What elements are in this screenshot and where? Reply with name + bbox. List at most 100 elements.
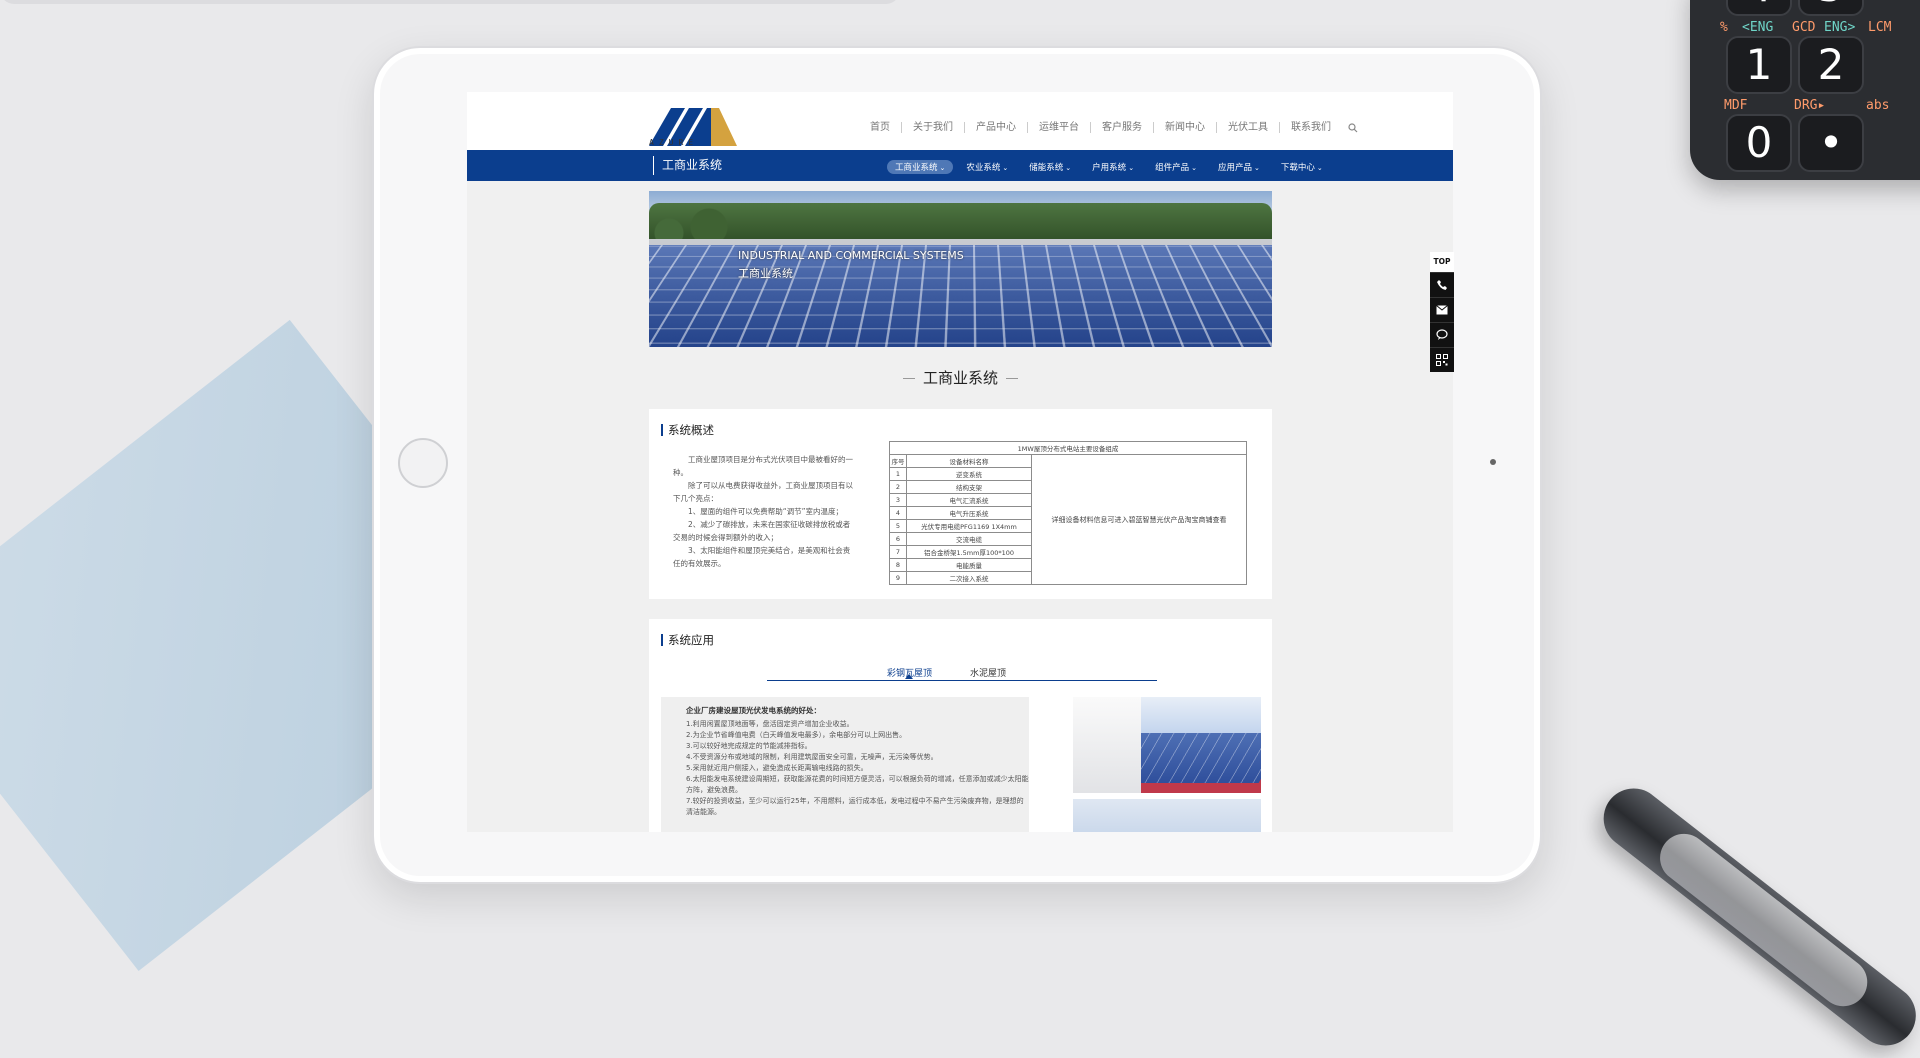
nav-products[interactable]: 产品中心 — [965, 122, 1028, 133]
chevron-down-icon: ⌄ — [1002, 164, 1009, 172]
subnav-label: 下载中心 — [1280, 163, 1315, 173]
benefit-item: 7.较好的投资收益，至少可以运行25年，不用燃料，运行成本低，发电过程中不易产生… — [686, 797, 1024, 816]
desk-edge — [0, 0, 900, 4]
calc-label: GCD — [1792, 20, 1816, 35]
nav-operations[interactable]: 运维平台 — [1028, 122, 1091, 133]
table-cell: 铝合金桥架1.5mm厚100*100 — [906, 545, 1032, 559]
active-tab-indicator — [905, 674, 913, 679]
application-card: 系统应用 彩钢瓦屋顶 水泥屋顶 企业厂房建设屋顶光伏发电系统的好处： 1.利用闲… — [649, 619, 1272, 832]
table-cell: 2 — [889, 480, 907, 494]
table-cell: 逆变系统 — [906, 467, 1032, 481]
nav-contact[interactable]: 联系我们 — [1280, 122, 1342, 133]
side-toolbar: TOP — [1430, 252, 1454, 372]
calc-label: DRG▸ — [1794, 98, 1826, 113]
subnav-applications[interactable]: 应用产品 ⌄ — [1210, 160, 1268, 174]
subnav-label: 储能系统 — [1029, 163, 1064, 173]
phone-button[interactable] — [1430, 272, 1454, 297]
subnav-label: 组件产品 — [1155, 163, 1190, 173]
benefit-item: 6.太阳能发电系统建设周期短，获取能源花费的时间短方便灵活，可以根据负荷的增减，… — [686, 775, 1029, 794]
calc-label: % — [1720, 20, 1728, 35]
calc-label: ENG> — [1824, 20, 1856, 35]
chat-bubble-icon — [1436, 329, 1448, 340]
overview-paragraph: 除了可以从电费获得收益外，工商业屋顶项目有以下几个亮点： — [673, 481, 853, 503]
overview-paragraph: 2、减少了碳排放，未来在国家征收碳排放税或者交易的时候会得到额外的收入； — [673, 520, 851, 542]
bar-divider — [653, 156, 654, 175]
section-nav-bar: 工商业系统 工商业系统 ⌄ 农业系统 ⌄ 储能系统 ⌄ 户用系统 ⌄ 组件产品 ⌄ 应用产… — [467, 150, 1453, 181]
subnav-modules[interactable]: 组件产品 ⌄ — [1147, 160, 1205, 174]
nav-home[interactable]: 首页 — [859, 122, 902, 133]
overview-paragraph: 工商业屋顶项目是分布式光伏项目中最被看好的一种。 — [673, 455, 853, 477]
benefit-item: 4.不受资源分布或地域的限制，利用建筑屋面安全可靠，无噪声，无污染等优势。 — [686, 753, 938, 761]
benefit-item: 2.为企业节省峰值电费（白天峰值发电最多），余电部分可以上网出售。 — [686, 731, 907, 739]
search-icon[interactable] — [1348, 122, 1358, 133]
table-cell: 交流电缆 — [906, 532, 1032, 546]
tablet-home-button[interactable] — [398, 438, 448, 488]
table-cell: 9 — [889, 571, 907, 585]
table-cell: 二次接入系统 — [906, 571, 1032, 585]
subnav-label: 工商业系统 — [895, 163, 938, 173]
calc-key: • — [1798, 114, 1864, 172]
chevron-down-icon: ⌄ — [1128, 164, 1135, 172]
subnav-label: 户用系统 — [1092, 163, 1127, 173]
benefits-panel: 企业厂房建设屋顶光伏发电系统的好处： 1.利用闲置屋顶地面等，盘活固定资产增加企… — [661, 697, 1029, 832]
pen-decoration — [1591, 776, 1920, 1058]
application-heading: 系统应用 — [661, 634, 714, 646]
calc-label: MDF — [1724, 98, 1748, 113]
nav-service[interactable]: 客户服务 — [1091, 122, 1154, 133]
qr-code-button[interactable] — [1430, 347, 1454, 372]
chevron-down-icon: ⌄ — [1065, 164, 1072, 172]
nav-about[interactable]: 关于我们 — [902, 122, 965, 133]
table-cell: 结构支架 — [906, 480, 1032, 494]
table-header: 序号 — [889, 454, 907, 468]
phone-icon — [1437, 280, 1447, 290]
subnav-storage[interactable]: 储能系统 ⌄ — [1021, 160, 1079, 174]
table-header-row: 序号 设备材料名称 详细设备材料信息可进入碧蓝智慧光伏产品淘宝商铺查看 — [889, 454, 1247, 585]
sub-nav: 工商业系统 ⌄ 农业系统 ⌄ 储能系统 ⌄ 户用系统 ⌄ 组件产品 ⌄ 应用产品 ⌄ 下载中… — [887, 160, 1336, 174]
table-cell: 电气升压系统 — [906, 506, 1032, 520]
table-cell: 7 — [889, 545, 907, 559]
calc-key: 2 — [1798, 36, 1864, 94]
table-cell: 4 — [889, 506, 907, 520]
nav-pv-tools[interactable]: 光伏工具 — [1217, 122, 1280, 133]
calc-label: <ENG — [1742, 20, 1774, 35]
logo-text: AZURE — [649, 138, 699, 147]
overview-text: 工商业屋顶项目是分布式光伏项目中最被看好的一种。 除了可以从电费获得收益外，工商… — [673, 453, 853, 570]
table-cell: 8 — [889, 558, 907, 572]
nav-news[interactable]: 新闻中心 — [1154, 122, 1217, 133]
website-screen: AZURE 首页 关于我们 产品中心 运维平台 客户服务 新闻中心 光伏工具 联… — [467, 92, 1453, 832]
table-note: 详细设备材料信息可进入碧蓝智慧光伏产品淘宝商铺查看 — [1031, 454, 1247, 585]
banner-title-en: INDUSTRIAL AND COMMERCIAL SYSTEMS — [738, 249, 964, 262]
calculator: 4 5 % <ENG GCD ENG> LCM 1 2 MDF DRG▸ abs… — [1690, 0, 1920, 180]
subnav-agriculture[interactable]: 农业系统 ⌄ — [958, 160, 1016, 174]
benefits-title: 企业厂房建设屋顶光伏发电系统的好处： — [686, 706, 821, 715]
chat-button[interactable] — [1430, 322, 1454, 347]
back-to-top-button[interactable]: TOP — [1430, 252, 1454, 272]
calc-key: 0 — [1726, 114, 1792, 172]
benefit-item: 5.采用就近用户侧接入，避免造成长距离输电线路的损失。 — [686, 764, 868, 772]
tab-concrete-roof[interactable]: 水泥屋顶 — [970, 666, 1006, 679]
application-tabs: 彩钢瓦屋顶 水泥屋顶 — [767, 664, 1157, 681]
calc-key: 1 — [1726, 36, 1792, 94]
site-header: AZURE 首页 关于我们 产品中心 运维平台 客户服务 新闻中心 光伏工具 联… — [467, 92, 1453, 150]
subnav-household[interactable]: 户用系统 ⌄ — [1084, 160, 1142, 174]
subnav-commercial[interactable]: 工商业系统 ⌄ — [887, 160, 954, 174]
chevron-down-icon: ⌄ — [939, 164, 946, 172]
calc-label: abs — [1866, 98, 1890, 113]
benefit-item: 1.利用闲置屋顶地面等，盘活固定资产增加企业收益。 — [686, 720, 854, 728]
photo-building — [1073, 697, 1141, 793]
calc-key: 4 — [1726, 0, 1792, 16]
subnav-downloads[interactable]: 下载中心 ⌄ — [1273, 160, 1331, 174]
subnav-label: 农业系统 — [966, 163, 1001, 173]
qr-code-icon — [1436, 354, 1448, 366]
calc-key: 5 — [1798, 0, 1864, 16]
overview-paragraph: 3、太阳能组件和屋顶完美结合，是美观和社会责任的有效展示。 — [673, 546, 851, 568]
banner-title-cn: 工商业系统 — [738, 267, 793, 280]
email-button[interactable] — [1430, 297, 1454, 322]
table-cell: 电能质量 — [906, 558, 1032, 572]
page-title: 工商业系统 — [649, 367, 1272, 388]
benefit-item: 3.可以较好地完成规定的节能减排指标。 — [686, 742, 812, 750]
calc-label: LCM — [1868, 20, 1892, 35]
table-cell: 光伏专用电缆PFG1169 1X4mm — [906, 519, 1032, 533]
steel-roof-photo — [1073, 697, 1261, 793]
equipment-table: 1MW屋顶分布式电站主要设备组成 序号 设备材料名称 详细设备材料信息可进入碧蓝… — [889, 441, 1247, 585]
